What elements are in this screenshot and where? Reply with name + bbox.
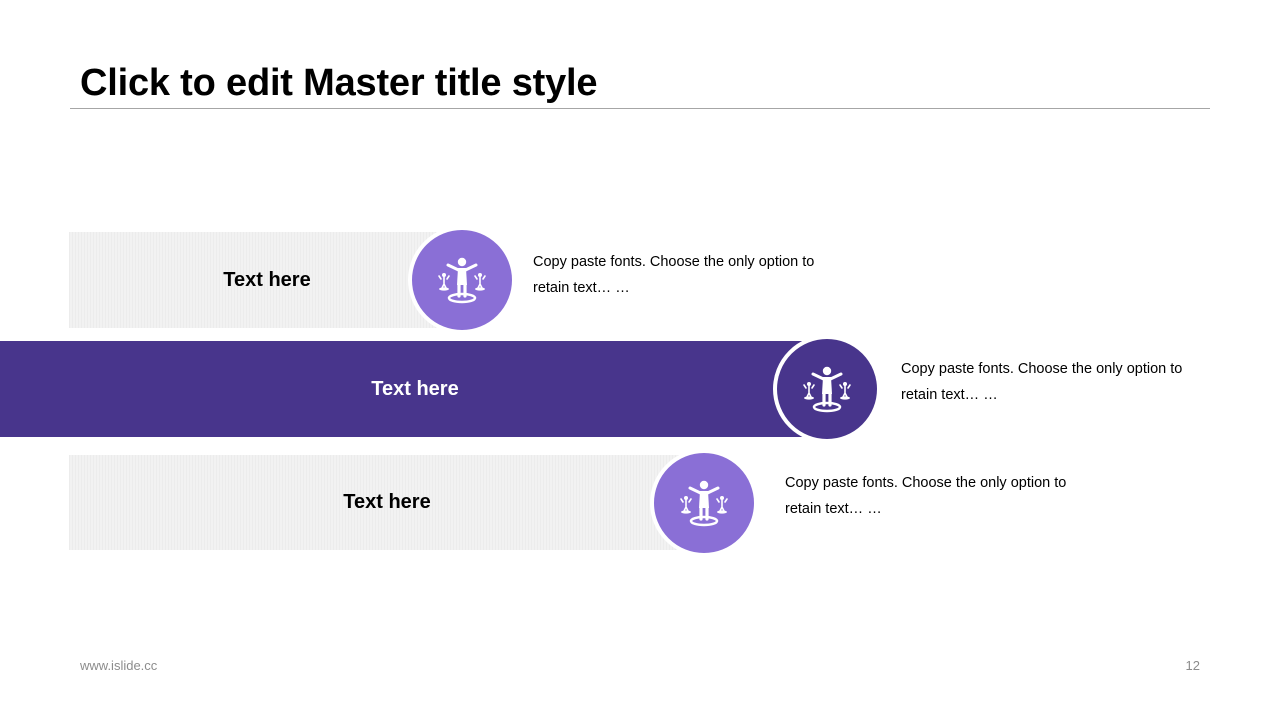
row-3-description[interactable]: Copy paste fonts. Choose the only option…	[785, 470, 1085, 522]
person-balance-icon	[438, 257, 486, 304]
row-3-bar[interactable]: Text here	[69, 455, 705, 550]
person-balance-icon	[680, 480, 728, 527]
person-balance-icon	[803, 366, 851, 413]
title-divider	[70, 108, 1210, 109]
footer-url: www.islide.cc	[80, 658, 158, 673]
row-2-icon-circle	[773, 335, 881, 443]
row-3-label: Text here	[343, 491, 431, 513]
page-number: 12	[1185, 658, 1200, 673]
row-1-description[interactable]: Copy paste fonts. Choose the only option…	[533, 249, 833, 301]
row-3-icon-circle	[650, 449, 758, 557]
row-1-label: Text here	[223, 268, 311, 291]
row-1-icon-circle	[408, 226, 516, 334]
row-2-bar[interactable]: Text here	[0, 341, 830, 437]
row-2-description[interactable]: Copy paste fonts. Choose the only option…	[901, 356, 1201, 408]
row-1-bar[interactable]: Text here	[69, 232, 465, 328]
slide-title[interactable]: Click to edit Master title style	[80, 60, 598, 106]
row-2-label: Text here	[371, 377, 459, 400]
